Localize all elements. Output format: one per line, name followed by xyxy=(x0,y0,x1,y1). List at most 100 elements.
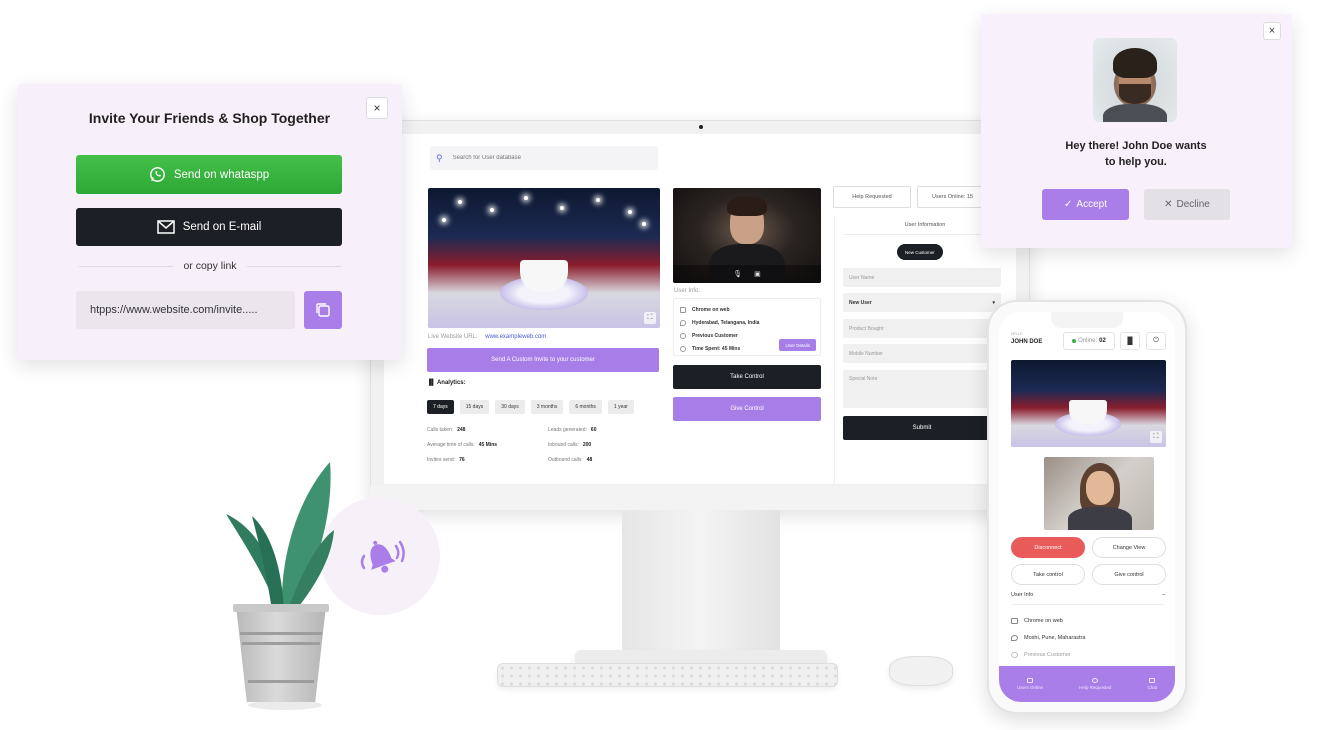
copy-link-button[interactable] xyxy=(304,291,342,329)
user-info-header[interactable]: User Info – xyxy=(1011,592,1165,605)
video-camera-icon[interactable]: ▣ xyxy=(754,270,761,278)
check-icon: ✓ xyxy=(1064,199,1073,210)
browser-icon xyxy=(680,306,686,313)
bar-chart-icon: ▐▌ xyxy=(1125,337,1135,345)
stat-inbound-calls: Inbound calls: 200 xyxy=(548,442,592,448)
stat-invites-send: Invites send: 76 xyxy=(427,457,465,463)
stats-button[interactable]: ▐▌ xyxy=(1120,332,1140,350)
take-control-button[interactable]: Take Control xyxy=(673,365,821,389)
special-note-field[interactable]: Special Note xyxy=(843,370,1001,408)
chat-icon xyxy=(1149,678,1156,683)
nav-chat[interactable]: Chat xyxy=(1147,678,1157,690)
location-icon xyxy=(680,319,686,326)
range-1-year[interactable]: 1 year xyxy=(607,400,634,414)
power-button[interactable]: ⏻ xyxy=(1146,332,1166,350)
mouse xyxy=(889,656,953,686)
submit-button[interactable]: Submit xyxy=(843,416,1001,440)
help-icon xyxy=(1092,678,1099,683)
online-count-badge[interactable]: Online: 02 xyxy=(1063,332,1115,350)
customer-type-select[interactable]: New User ▾ xyxy=(843,293,1001,312)
help-message: Hey there! John Doe wants to help you. xyxy=(1065,140,1207,168)
analytics-range-selector: 7 days 15 days 30 days 3 months 6 months… xyxy=(427,400,634,414)
user-details-button[interactable]: User Details xyxy=(779,339,816,351)
fullscreen-icon[interactable]: ⛶ xyxy=(1150,431,1162,443)
disconnect-button[interactable]: Disconnect xyxy=(1011,537,1085,558)
change-view-button[interactable]: Change View xyxy=(1092,537,1166,558)
give-control-button[interactable]: Give control xyxy=(1092,564,1166,585)
search-icon: ⚲ xyxy=(436,152,443,163)
stat-calls-taken: Calls taken: 248 xyxy=(427,427,466,433)
range-3-months[interactable]: 3 months xyxy=(530,400,564,414)
product-bought-field[interactable]: Product Bought xyxy=(843,319,1001,338)
live-url-label: Live Website URL: xyxy=(428,334,478,340)
browser-icon xyxy=(1011,618,1018,624)
mobile-live-preview: ⛶ xyxy=(1011,360,1166,447)
agent-video: 🎙 ▣ xyxy=(673,188,821,283)
stat-average-time: Average time of calls: 45 Mins xyxy=(427,442,498,448)
user-info-label: User Info: xyxy=(674,288,701,294)
range-6-months[interactable]: 6 months xyxy=(569,400,602,414)
email-icon xyxy=(156,220,175,234)
user-name: JOHN DOE xyxy=(1011,339,1043,345)
plant-pot-rim xyxy=(233,604,329,612)
new-customer-pill[interactable]: New Customer xyxy=(897,244,943,260)
mobile-screen: HELLO JOHN DOE Online: 02 ▐▌ ⏻ ⛶ Disconn… xyxy=(999,312,1175,702)
live-url-row: Live Website URL: www.exampleweb.com xyxy=(428,334,546,340)
copy-icon xyxy=(316,303,330,317)
range-30-days[interactable]: 30 days xyxy=(495,400,525,414)
range-7-days[interactable]: 7 days xyxy=(427,400,454,414)
live-url-link[interactable]: www.exampleweb.com xyxy=(485,334,546,340)
user-info-location: Moshi, Pune, Maharastra xyxy=(1011,635,1085,641)
monitor-chin xyxy=(370,486,1030,510)
decline-button[interactable]: ✕ Decline xyxy=(1144,189,1230,220)
help-request-popup: × Hey there! John Doe wants to help you.… xyxy=(981,14,1292,248)
nav-users-online[interactable]: Users Online xyxy=(1017,678,1043,690)
power-icon: ⏻ xyxy=(1153,337,1159,344)
search-input[interactable] xyxy=(452,155,633,161)
bell-ringing-icon xyxy=(360,540,405,573)
user-icon xyxy=(1011,652,1018,658)
keyboard xyxy=(497,663,838,687)
microphone-icon[interactable]: 🎙 xyxy=(733,270,742,278)
give-control-button[interactable]: Give Control xyxy=(673,397,821,421)
agent-avatar xyxy=(1093,38,1177,122)
bar-chart-icon: ▐▌ xyxy=(427,380,436,386)
online-dot-icon xyxy=(1072,339,1077,343)
analytics-title: ▐▌ Analytics: xyxy=(427,380,466,386)
send-email-button[interactable]: Send on E-mail xyxy=(76,208,342,246)
phone-notch xyxy=(1051,312,1123,328)
user-name-field[interactable]: User Name xyxy=(843,268,1001,287)
take-control-button[interactable]: Take control xyxy=(1011,564,1085,585)
customer-video xyxy=(1044,457,1154,530)
plant-pot-band xyxy=(242,642,320,645)
user-icon xyxy=(680,332,686,339)
invite-friends-panel: Invite Your Friends & Shop Together × Se… xyxy=(17,84,402,360)
plant-pot-band xyxy=(248,680,314,683)
plant-pot-band xyxy=(240,632,322,635)
fullscreen-icon[interactable]: ⛶ xyxy=(644,312,656,324)
close-button[interactable]: × xyxy=(366,97,388,119)
users-icon xyxy=(1027,678,1034,683)
whatsapp-icon xyxy=(149,167,165,182)
clock-icon xyxy=(680,345,686,352)
dashboard-screen: ⚲ ⛶ Live Website URL: www.exampleweb.com… xyxy=(384,134,1016,484)
send-custom-invite-button[interactable]: Send A Custom Invite to your customer xyxy=(427,348,659,372)
location-icon xyxy=(1011,635,1018,641)
copy-link-divider: or copy link xyxy=(79,260,342,272)
help-requested-button[interactable]: Help Requested xyxy=(833,186,911,208)
search-bar[interactable]: ⚲ xyxy=(430,146,658,170)
monitor-camera xyxy=(699,125,703,129)
accept-button[interactable]: ✓ Accept xyxy=(1042,189,1129,220)
mobile-number-field[interactable]: Mobile Number xyxy=(843,344,1001,363)
invite-link-field[interactable]: htpps://www.website.com/invite..... xyxy=(76,291,295,329)
send-whatsapp-button[interactable]: Send on whataspp xyxy=(76,155,342,194)
collapse-icon: – xyxy=(1161,592,1165,598)
caret-down-icon: ▾ xyxy=(992,299,995,306)
mobile-phone: HELLO JOHN DOE Online: 02 ▐▌ ⏻ ⛶ Disconn… xyxy=(987,300,1187,714)
range-15-days[interactable]: 15 days xyxy=(459,400,490,414)
popup-close-button[interactable]: × xyxy=(1263,22,1281,40)
plant-pot xyxy=(236,606,326,702)
nav-help-requested[interactable]: Help Requested xyxy=(1079,678,1111,690)
invite-title: Invite Your Friends & Shop Together xyxy=(88,110,331,126)
close-icon: × xyxy=(1268,25,1276,37)
